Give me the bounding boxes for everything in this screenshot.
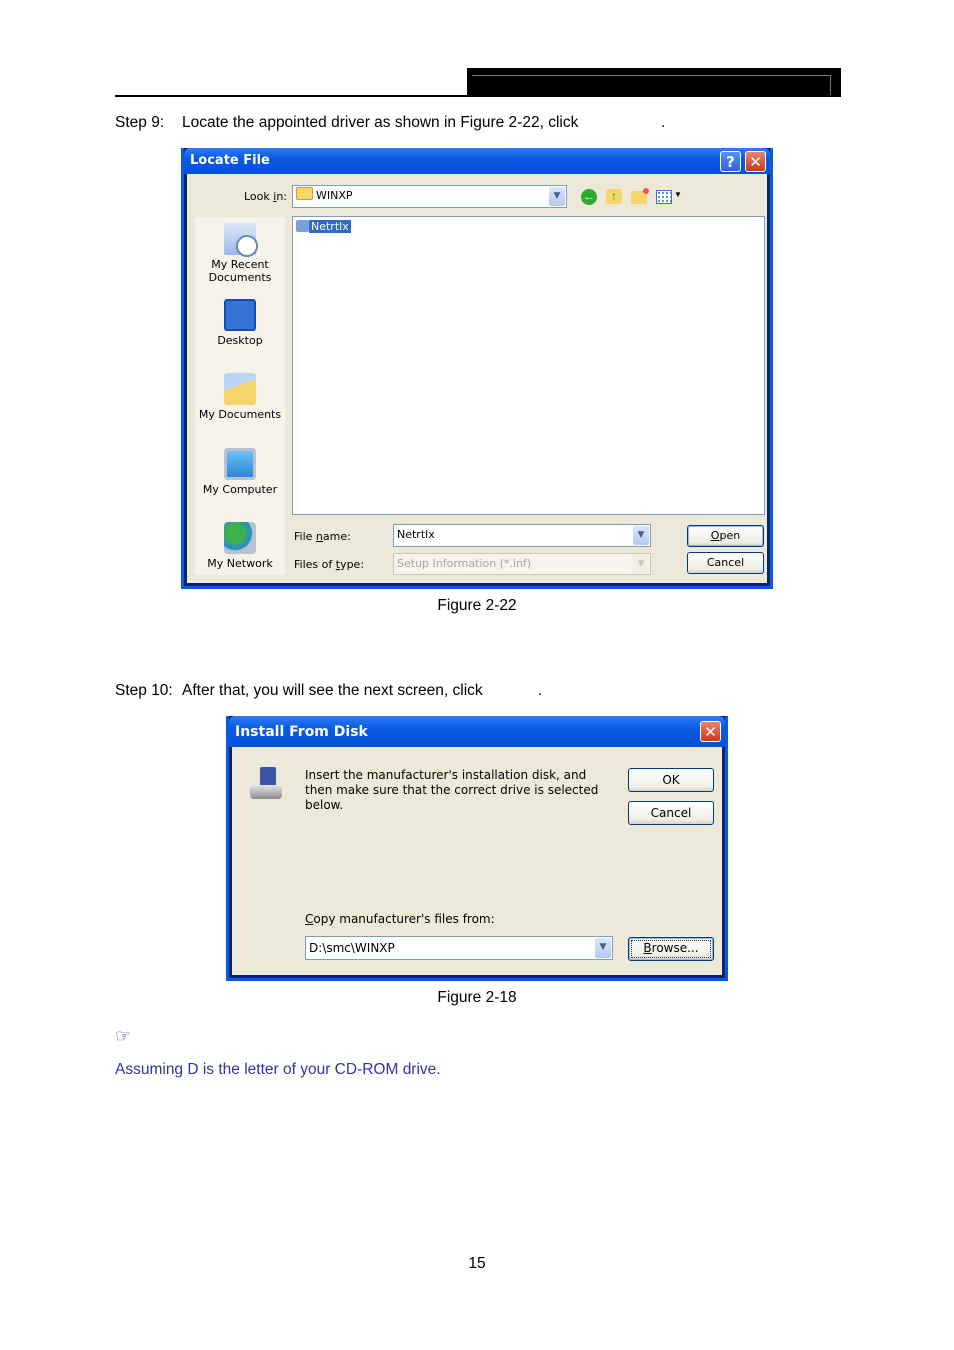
locate-file-titlebar: Locate File ? ✕ [184,148,770,174]
header-rule [115,95,841,97]
up-folder-icon[interactable]: ↑ [606,189,622,204]
step10-prefix: Step 10: [115,682,173,699]
copy-from-input[interactable]: D:\smc\WINXP ▼ [305,936,613,960]
close-button[interactable]: ✕ [700,721,721,742]
file-name-label: File name: [294,530,351,543]
my-computer-icon [224,448,256,480]
note-text: Assuming D is the letter of your CD-ROM … [115,1061,441,1078]
recent-documents-icon [224,223,258,257]
close-icon: ✕ [749,153,762,171]
step10-suffix: . [538,682,543,699]
file-type-select[interactable]: Setup Information (*.inf) ▼ [393,553,651,575]
help-button[interactable]: ? [720,151,741,172]
install-message: Insert the manufacturer's installation d… [305,768,599,812]
step10-text: After that, you will see the next screen… [182,682,483,699]
places-bar: My Recent Documents Desktop My Documents… [195,217,285,575]
cancel-button[interactable]: Cancel [687,552,764,574]
look-in-select[interactable]: WINXP ▼ [292,185,567,208]
step9-prefix: Step 9: [115,114,165,131]
install-titlebar: Install From Disk ✕ [229,716,725,747]
header-bar-frame [472,75,831,96]
my-documents-icon [224,373,256,405]
chevron-down-icon[interactable]: ▼ [595,938,611,958]
file-type-label: Files of type: [294,558,365,571]
chevron-down-icon[interactable]: ▼ [633,526,649,545]
ok-button[interactable]: OK [628,768,714,792]
my-network-icon [224,522,256,554]
file-list[interactable]: Netrtlx [292,216,765,515]
close-icon: ✕ [704,723,717,741]
folder-icon [296,187,313,200]
open-button[interactable]: Open [687,525,764,547]
figure-caption-2-22: Figure 2-22 [437,597,517,614]
place-desktop[interactable]: Desktop [195,299,285,347]
views-dropdown-arrow-icon[interactable]: ▼ [674,190,682,199]
place-recent-documents[interactable]: My Recent Documents [195,223,285,284]
file-name-selected: Netrtlx [309,220,351,233]
install-from-disk-dialog: Install From Disk ✕ Insert the manufactu… [226,716,728,981]
new-folder-icon[interactable] [631,188,649,204]
locate-file-body: Look in: WINXP ▼ ← ↑ ▼ My Recent Documen… [187,174,767,583]
place-my-computer[interactable]: My Computer [195,448,285,496]
step9-text: Locate the appointed driver as shown in … [182,114,579,131]
place-my-documents[interactable]: My Documents [195,373,285,421]
look-in-value: WINXP [316,189,353,202]
page-number: 15 [468,1255,486,1272]
list-item[interactable]: Netrtlx [296,220,351,233]
dialog-title: Locate File [190,153,270,168]
back-icon[interactable]: ← [581,189,597,205]
cancel-button[interactable]: Cancel [628,801,714,825]
place-my-network[interactable]: My Network [195,522,285,570]
install-body: Insert the manufacturer's installation d… [232,747,722,975]
locate-file-dialog: Locate File ? ✕ Look in: WINXP ▼ ← ↑ ▼ M… [181,148,773,589]
chevron-down-icon[interactable]: ▼ [633,555,649,573]
close-button[interactable]: ✕ [745,151,766,172]
setup-file-icon [296,220,309,232]
dialog-title: Install From Disk [235,724,368,740]
desktop-icon [224,299,256,331]
pointing-hand-icon: ☞ [115,1026,132,1046]
figure-caption-2-18: Figure 2-18 [437,989,517,1006]
file-name-input[interactable]: Netrtlx ▼ [393,524,651,547]
chevron-down-icon[interactable]: ▼ [549,187,565,206]
disk-drive-icon [248,767,284,803]
step9-suffix: . [661,114,666,131]
views-menu-icon[interactable] [656,190,672,204]
copy-from-label: Copy manufacturer's files from: [305,912,495,926]
browse-button[interactable]: Browse... [628,937,714,961]
look-in-label: Look in: [244,190,288,203]
